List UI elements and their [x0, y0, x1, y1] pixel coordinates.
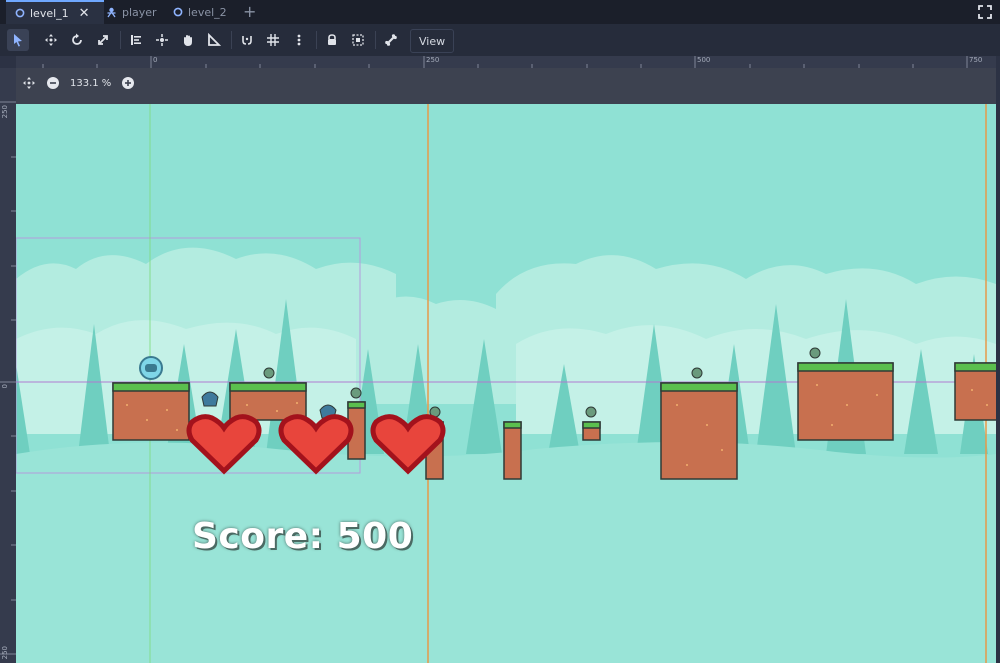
smart-snap-button[interactable] [236, 29, 258, 51]
toolbar-separator [316, 31, 317, 49]
bone-icon [385, 34, 397, 46]
toolbar-separator [120, 31, 121, 49]
plus-circle-icon [122, 77, 135, 89]
ruler-label: 250 [1, 105, 9, 119]
tab-label: player [122, 5, 157, 19]
add-tab-button[interactable]: + [243, 2, 256, 21]
ruler-icon [208, 33, 221, 46]
ruler-label: 250 [426, 56, 440, 64]
vertical-ruler[interactable]: 250 0 250 [0, 68, 16, 663]
node-person-icon [106, 7, 117, 18]
magnet-icon [242, 36, 252, 45]
ruler-mode-button[interactable] [203, 29, 225, 51]
group-button[interactable] [347, 29, 369, 51]
tab-level-1[interactable]: level_1 ✕ [6, 0, 104, 24]
move-mode-button[interactable] [40, 29, 62, 51]
list-select-button[interactable] [125, 29, 147, 51]
scene-tab-bar: level_1 ✕ player level_2 + [0, 0, 1000, 24]
ruler-label: 0 [1, 384, 9, 389]
more-vertical-icon [297, 34, 301, 46]
center-view-icon[interactable] [22, 76, 36, 90]
score-label: Score: 500 [192, 516, 414, 557]
snap-options-button[interactable] [288, 29, 310, 51]
close-icon[interactable]: ✕ [79, 6, 90, 21]
tab-label: level_1 [30, 6, 69, 20]
horizontal-ruler[interactable]: 0 250 500 750 [16, 56, 996, 68]
list-icon [131, 35, 141, 45]
pivot-mode-button[interactable] [151, 29, 173, 51]
rotate-mode-button[interactable] [66, 29, 88, 51]
lock-icon [328, 34, 336, 45]
grid-snap-button[interactable] [262, 29, 284, 51]
tab-label: level_2 [188, 5, 227, 19]
select-mode-button[interactable] [7, 29, 29, 51]
game-scene-canvas[interactable]: Score: 500 [16, 104, 996, 663]
tab-level-2[interactable]: level_2 [172, 0, 227, 24]
skeleton-button[interactable] [380, 29, 402, 51]
move-icon [45, 34, 57, 46]
grid-icon [267, 34, 279, 46]
hand-icon [184, 35, 192, 46]
player-sprite [139, 356, 163, 380]
zoom-out-button[interactable] [46, 76, 60, 90]
cursor-icon [14, 34, 22, 47]
canvas-viewport[interactable]: 0 250 500 750 250 0 250 133.1 % Score: 5… [0, 56, 1000, 663]
scene-artwork [16, 104, 996, 663]
lock-button[interactable] [321, 29, 343, 51]
scale-mode-button[interactable] [92, 29, 114, 51]
zoom-in-button[interactable] [121, 76, 135, 90]
toolbar-separator [375, 31, 376, 49]
zoom-strip [16, 68, 996, 104]
scale-icon [98, 35, 108, 45]
toolbar-separator [231, 31, 232, 49]
group-icon [352, 34, 364, 46]
minus-circle-icon [47, 77, 59, 89]
rotate-icon [72, 33, 82, 45]
ruler-label: 500 [697, 56, 711, 64]
canvas-toolbar [0, 24, 1000, 56]
ruler-label: 0 [153, 56, 158, 64]
scene-circle-icon [14, 8, 25, 19]
fullscreen-icon[interactable] [978, 4, 992, 19]
pan-mode-button[interactable] [177, 29, 199, 51]
ruler-label: 750 [969, 56, 983, 64]
zoom-controls: 133.1 % [22, 76, 145, 90]
ruler-label: 250 [1, 646, 9, 660]
scene-circle-icon [172, 7, 183, 18]
tab-player[interactable]: player [106, 0, 157, 24]
view-menu-button[interactable]: View [410, 29, 455, 53]
zoom-level[interactable]: 133.1 % [70, 78, 111, 89]
pivot-icon [156, 34, 168, 46]
